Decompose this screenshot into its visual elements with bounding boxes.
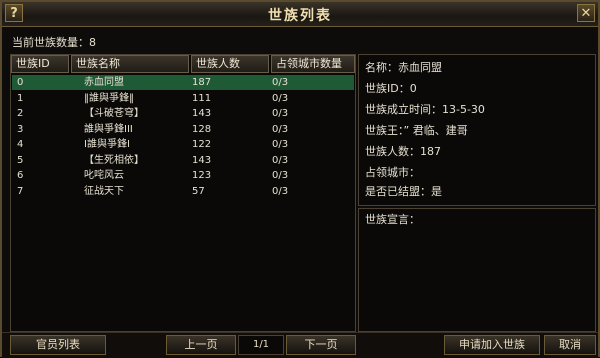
page-indicator: 1/1: [238, 335, 284, 355]
clan-members: 143: [192, 154, 212, 166]
clan-info-panel: 名称：赤血同盟 世族ID：0 世族成立时间：13-5-30 世族王：” 君临、建…: [358, 54, 596, 206]
clan-members: 128: [192, 123, 212, 135]
clan-name: 【斗破苍穹】: [84, 108, 144, 119]
clan-members: 187: [192, 77, 212, 88]
clan-cities: 0/3: [272, 77, 289, 88]
clan-id: 2: [17, 108, 24, 119]
clan-cities: 0/3: [272, 123, 289, 135]
window-title: 世族列表: [268, 8, 332, 24]
clan-id: 3: [17, 123, 24, 135]
info-allied: 是否已结盟：是: [365, 185, 442, 198]
clan-name: 誰與爭鋒III: [84, 123, 133, 135]
clan-row[interactable]: 5 【生死相依】 143 0/3: [12, 153, 354, 168]
close-button[interactable]: ✕: [577, 4, 595, 22]
clan-name: 【生死相依】: [84, 154, 144, 166]
clan-members: 122: [192, 139, 212, 150]
clan-row[interactable]: 7 征战天下 57 0/3: [12, 184, 354, 199]
apply-join-button[interactable]: 申请加入世族: [444, 335, 540, 355]
info-id: 世族ID：0: [365, 82, 417, 95]
prev-page-button[interactable]: 上一页: [166, 335, 236, 355]
clan-id: 1: [17, 92, 24, 104]
clan-row[interactable]: 2 【斗破苍穹】 143 0/3: [12, 106, 354, 121]
clan-name: 赤血同盟: [84, 77, 124, 88]
clan-id: 0: [17, 77, 24, 88]
clan-name: Ⅰ誰與爭鋒Ⅰ: [84, 139, 130, 150]
clan-name: 征战天下: [84, 185, 124, 197]
clan-members: 57: [192, 185, 205, 197]
clan-id: 5: [17, 154, 24, 166]
clan-cities: 0/3: [272, 139, 289, 150]
clan-members: 111: [192, 92, 212, 104]
clan-row[interactable]: 4 Ⅰ誰與爭鋒Ⅰ 122 0/3: [12, 137, 354, 152]
clan-row[interactable]: 6 叱咤风云 123 0/3: [12, 168, 354, 183]
info-founded: 世族成立时间：13-5-30: [365, 103, 485, 116]
clan-row[interactable]: 0 赤血同盟 187 0/3: [12, 75, 354, 90]
cancel-button[interactable]: 取消: [544, 335, 596, 355]
column-header-members[interactable]: 世族人数: [191, 55, 269, 73]
clan-cities: 0/3: [272, 154, 289, 166]
clan-count-label: 当前世族数量：8: [12, 36, 96, 49]
clan-cities: 0/3: [272, 92, 289, 104]
info-name: 名称：赤血同盟: [365, 61, 442, 74]
clan-list: 世族ID 世族名称 世族人数 占领城市数量 0 赤血同盟 187 0/3 1 ‖誰與爭鋒‖…: [10, 54, 356, 332]
title-bar: ? 世族列表 ✕: [2, 2, 598, 27]
next-page-button[interactable]: 下一页: [286, 335, 356, 355]
declaration-label: 世族宣言：: [365, 213, 420, 226]
info-cities: 占领城市：: [365, 166, 420, 179]
declaration-panel: 世族宣言：: [358, 208, 596, 332]
column-header-id[interactable]: 世族ID: [11, 55, 69, 73]
clan-name: 叱咤风云: [84, 170, 124, 181]
info-king: 世族王：” 君临、建哥: [365, 124, 468, 137]
clan-row[interactable]: 3 誰與爭鋒III 128 0/3: [12, 122, 354, 137]
clan-cities: 0/3: [272, 170, 289, 181]
clan-id: 4: [17, 139, 24, 150]
clan-cities: 0/3: [272, 185, 289, 197]
info-members: 世族人数：187: [365, 145, 441, 158]
column-header-name[interactable]: 世族名称: [71, 55, 189, 73]
clan-list-window: ? 世族列表 ✕ 当前世族数量：8 世族ID 世族名称 世族人数 占领城市数量 …: [0, 0, 600, 358]
column-header-cities[interactable]: 占领城市数量: [271, 55, 355, 73]
clan-id: 6: [17, 170, 24, 181]
officials-list-button[interactable]: 官员列表: [10, 335, 106, 355]
clan-members: 123: [192, 170, 212, 181]
clan-members: 143: [192, 108, 212, 119]
clan-cities: 0/3: [272, 108, 289, 119]
clan-name: ‖誰與爭鋒‖: [84, 92, 134, 104]
clan-id: 7: [17, 185, 24, 197]
clan-row[interactable]: 1 ‖誰與爭鋒‖ 111 0/3: [12, 91, 354, 106]
